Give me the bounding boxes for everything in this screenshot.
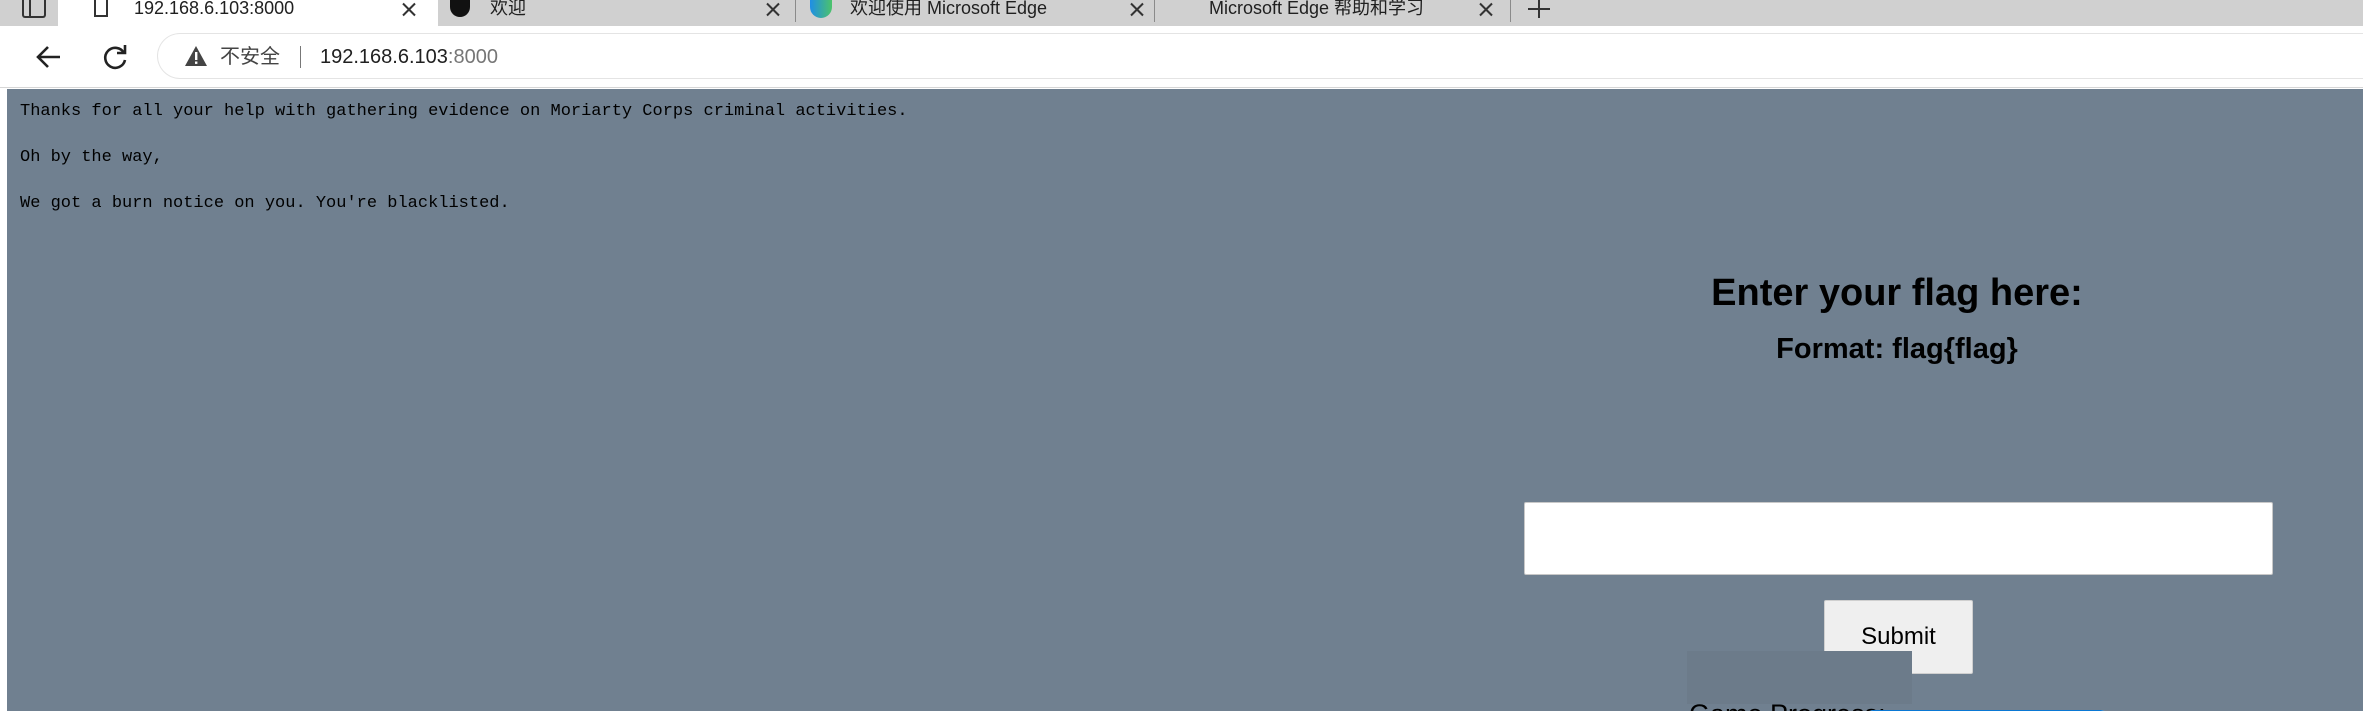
flag-input[interactable]	[1524, 502, 2273, 575]
close-icon[interactable]	[1475, 0, 1497, 18]
back-icon[interactable]	[34, 42, 64, 72]
warning-icon	[185, 46, 207, 66]
tab-label: 欢迎	[490, 0, 526, 18]
tab-welcome[interactable]: 欢迎	[440, 0, 794, 26]
tab-actions-icon[interactable]	[22, 0, 46, 18]
message-line: We got a burn notice on you. You're blac…	[20, 194, 510, 213]
url-port: :8000	[447, 46, 498, 68]
tab-welcome-edge[interactable]: 欢迎使用 Microsoft Edge	[796, 0, 1154, 26]
tab-strip: 192.168.6.103:8000 欢迎 欢迎使用 Microsoft Edg…	[0, 0, 2363, 26]
new-tab-icon[interactable]	[1528, 0, 1550, 18]
close-icon[interactable]	[1126, 0, 1148, 18]
tab-label: 192.168.6.103:8000	[134, 0, 295, 18]
message-line: Thanks for all your help with gathering …	[20, 102, 908, 121]
game-progress-label: Game Progress:	[1689, 699, 1886, 711]
tab-current[interactable]: 192.168.6.103:8000	[58, 0, 438, 26]
url-text: 192.168.6.103:8000	[320, 46, 498, 68]
tab-edge-help[interactable]: Microsoft Edge 帮助和学习	[1155, 0, 1510, 26]
close-icon[interactable]	[398, 0, 420, 18]
refresh-icon[interactable]	[100, 42, 130, 72]
page-content: Thanks for all your help with gathering …	[7, 89, 2363, 711]
url-field[interactable]: 不安全 192.168.6.103:8000	[158, 34, 2363, 78]
url-host: 192.168.6.103	[320, 46, 448, 68]
edge-icon	[810, 0, 832, 18]
tab-label: Microsoft Edge 帮助和学习	[1209, 0, 1425, 18]
progress-shadow	[1687, 651, 1912, 704]
address-bar: 不安全 192.168.6.103:8000	[0, 26, 2363, 88]
tab-divider	[1510, 0, 1511, 22]
flag-heading: Enter your flag here:	[1711, 272, 2083, 314]
security-label: 不安全	[220, 46, 280, 68]
edge-dark-icon	[450, 0, 470, 17]
url-divider	[300, 46, 301, 68]
close-icon[interactable]	[762, 0, 784, 18]
page-icon	[94, 0, 108, 17]
flag-format-hint: Format: flag{flag}	[1776, 333, 2018, 365]
tab-label: 欢迎使用 Microsoft Edge	[850, 0, 1048, 18]
message-line: Oh by the way,	[20, 148, 163, 167]
